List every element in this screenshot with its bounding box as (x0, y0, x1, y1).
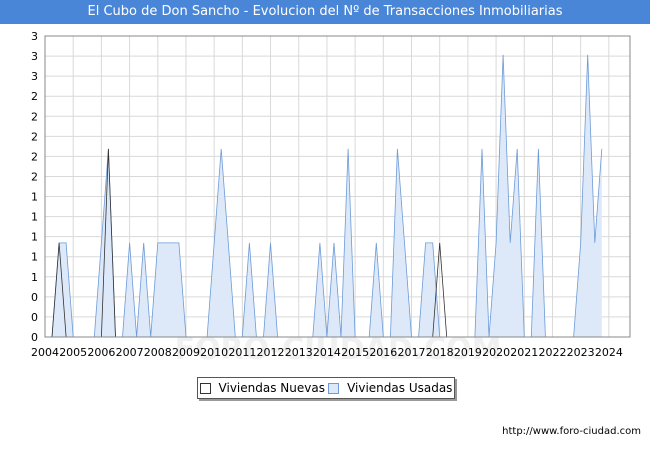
y-tick-label: 3 (31, 30, 38, 43)
x-tick-label: 2018 (426, 346, 454, 359)
x-tick-label: 2021 (510, 346, 538, 359)
y-tick-label: 3 (31, 70, 38, 83)
y-tick-label: 0 (31, 331, 38, 344)
x-tick-label: 2005 (59, 346, 87, 359)
x-tick-label: 2010 (200, 346, 228, 359)
chart-frame: El Cubo de Don Sancho - Evolucion del Nº… (0, 0, 650, 450)
y-tick-label: 2 (31, 170, 38, 183)
y-tick-label: 1 (31, 271, 38, 284)
y-tick-label: 1 (31, 191, 38, 204)
legend-item-nuevas: Viviendas Nuevas (199, 381, 325, 395)
footer-url: http://www.foro-ciudad.com (502, 426, 641, 437)
x-tick-label: 2023 (567, 346, 595, 359)
x-tick-label: 2008 (144, 346, 172, 359)
x-tick-label: 2013 (285, 346, 313, 359)
x-tick-label: 2007 (116, 346, 144, 359)
x-tick-label: 2022 (538, 346, 566, 359)
legend-swatch-nuevas (199, 382, 211, 394)
y-axis-ticks: 0 0 0 1 1 1 1 1 2 2 2 2 2 3 3 3 (31, 30, 38, 344)
x-tick-label: 2024 (595, 346, 623, 359)
x-tick-label: 2020 (482, 346, 510, 359)
x-tick-label: 2012 (257, 346, 285, 359)
legend-label-usadas: Viviendas Usadas (347, 381, 453, 395)
x-tick-label: 2019 (454, 346, 482, 359)
chart-svg: FORO-CIUDAD.COM 0001111122222333 2004 200… (31, 30, 631, 367)
y-tick-label: 1 (31, 231, 38, 244)
chart-title: El Cubo de Don Sancho - Evolucion del Nº… (0, 0, 650, 24)
y-tick-label: 0 (31, 311, 38, 324)
x-tick-label: 2014 (313, 346, 341, 359)
x-axis-ticks: 2004 2005 2006 2007 2008 2009 2010 2011 2012 2013… (31, 346, 623, 359)
x-tick-label: 2011 (228, 346, 256, 359)
x-tick-label: 2009 (172, 346, 200, 359)
legend-label-nuevas: Viviendas Nuevas (218, 381, 325, 395)
x-tick-label: 2016 (369, 346, 397, 359)
x-tick-label: 2004 (31, 346, 59, 359)
x-tick-label: 2006 (87, 346, 115, 359)
y-tick-label: 2 (31, 130, 38, 143)
y-tick-label: 0 (31, 291, 38, 304)
y-tick-label: 2 (31, 90, 38, 103)
legend: Viviendas Nuevas Viviendas Usadas (197, 377, 455, 399)
x-tick-label: 2017 (398, 346, 426, 359)
y-tick-label: 2 (31, 110, 38, 123)
y-tick-label: 1 (31, 251, 38, 264)
y-tick-label: 2 (31, 150, 38, 163)
y-tick-label: 3 (31, 50, 38, 63)
x-tick-label: 2015 (341, 346, 369, 359)
legend-swatch-usadas (328, 382, 340, 394)
legend-item-usadas: Viviendas Usadas (328, 381, 452, 395)
y-tick-label: 1 (31, 211, 38, 224)
